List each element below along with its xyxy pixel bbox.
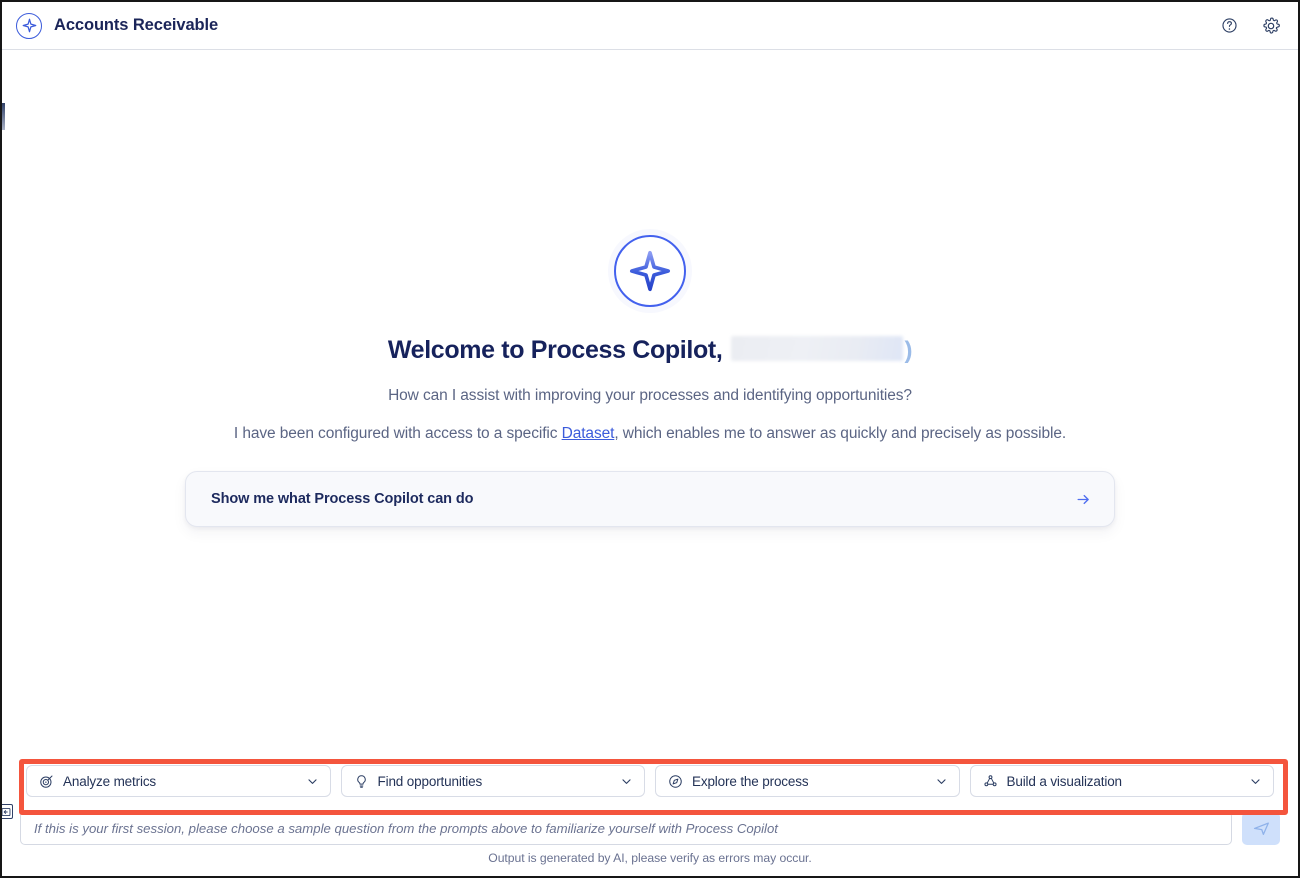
composer-footer: Analyze metrics Find opportunities Explo…: [2, 754, 1298, 876]
suggestion-card-label: Show me what Process Copilot can do: [211, 491, 474, 507]
send-message-button[interactable]: [1242, 811, 1280, 845]
sparkle-circle-icon: [16, 12, 42, 39]
header-actions: [1218, 15, 1282, 37]
redacted-user-name: [731, 336, 904, 361]
ai-disclaimer-text: Output is generated by AI, please verify…: [488, 851, 812, 865]
prompt-chip-label: Explore the process: [692, 773, 809, 789]
chevron-down-icon: [1249, 775, 1262, 788]
chevron-down-icon: [620, 775, 633, 788]
welcome-greeting-text: Welcome to Process Copilot,: [387, 336, 723, 364]
network-chart-icon: [983, 774, 998, 789]
prompt-chip-label: Analyze metrics: [63, 773, 157, 789]
config-suffix-text: , which enables me to answer as quickly …: [614, 425, 1067, 442]
arrow-right-icon: [1075, 491, 1092, 508]
prompt-chip-find-opportunities[interactable]: Find opportunities: [340, 765, 645, 797]
welcome-section: Welcome to Process Copilot, ) How can I …: [2, 235, 1298, 527]
prompt-chip-analyze-metrics[interactable]: Analyze metrics: [26, 765, 331, 797]
suggestion-card-show-capabilities[interactable]: Show me what Process Copilot can do: [185, 471, 1115, 527]
welcome-subtitle: How can I assist with improving your pro…: [388, 387, 912, 404]
gear-icon[interactable]: [1260, 15, 1282, 37]
main-content: Welcome to Process Copilot, ) How can I …: [2, 50, 1298, 755]
dataset-configuration-note: I have been configured with access to a …: [234, 425, 1066, 443]
page-title: Accounts Receivable: [54, 16, 219, 34]
message-composer-row: [20, 811, 1280, 845]
compass-icon: [668, 774, 683, 789]
help-circle-icon[interactable]: [1218, 15, 1240, 37]
prompt-category-row: Analyze metrics Find opportunities Explo…: [26, 765, 1274, 797]
redacted-name-tail: ): [904, 337, 913, 364]
side-rail-stub: [2, 103, 5, 130]
welcome-heading: Welcome to Process Copilot, ): [388, 333, 912, 365]
prompt-chip-explore-the-process[interactable]: Explore the process: [655, 765, 960, 797]
application-window: Accounts Receivable Welcome to Process C…: [0, 0, 1300, 878]
sparkle-circle-icon: [614, 235, 686, 307]
target-icon: [39, 774, 54, 789]
prompt-chip-label: Find opportunities: [377, 773, 483, 789]
chevron-down-icon: [935, 775, 948, 788]
prompt-chip-build-a-visualization[interactable]: Build a visualization: [969, 765, 1274, 797]
dataset-link[interactable]: Dataset: [562, 425, 615, 442]
prompt-chip-label: Build a visualization: [1006, 773, 1122, 789]
chat-message-input[interactable]: [20, 811, 1232, 845]
chevron-down-icon: [306, 775, 319, 788]
lightbulb-icon: [354, 774, 369, 789]
app-header: Accounts Receivable: [2, 2, 1298, 50]
collapse-panel-icon[interactable]: [2, 804, 13, 819]
brand-area: Accounts Receivable: [16, 12, 219, 39]
config-prefix-text: I have been configured with access to a …: [233, 425, 562, 442]
